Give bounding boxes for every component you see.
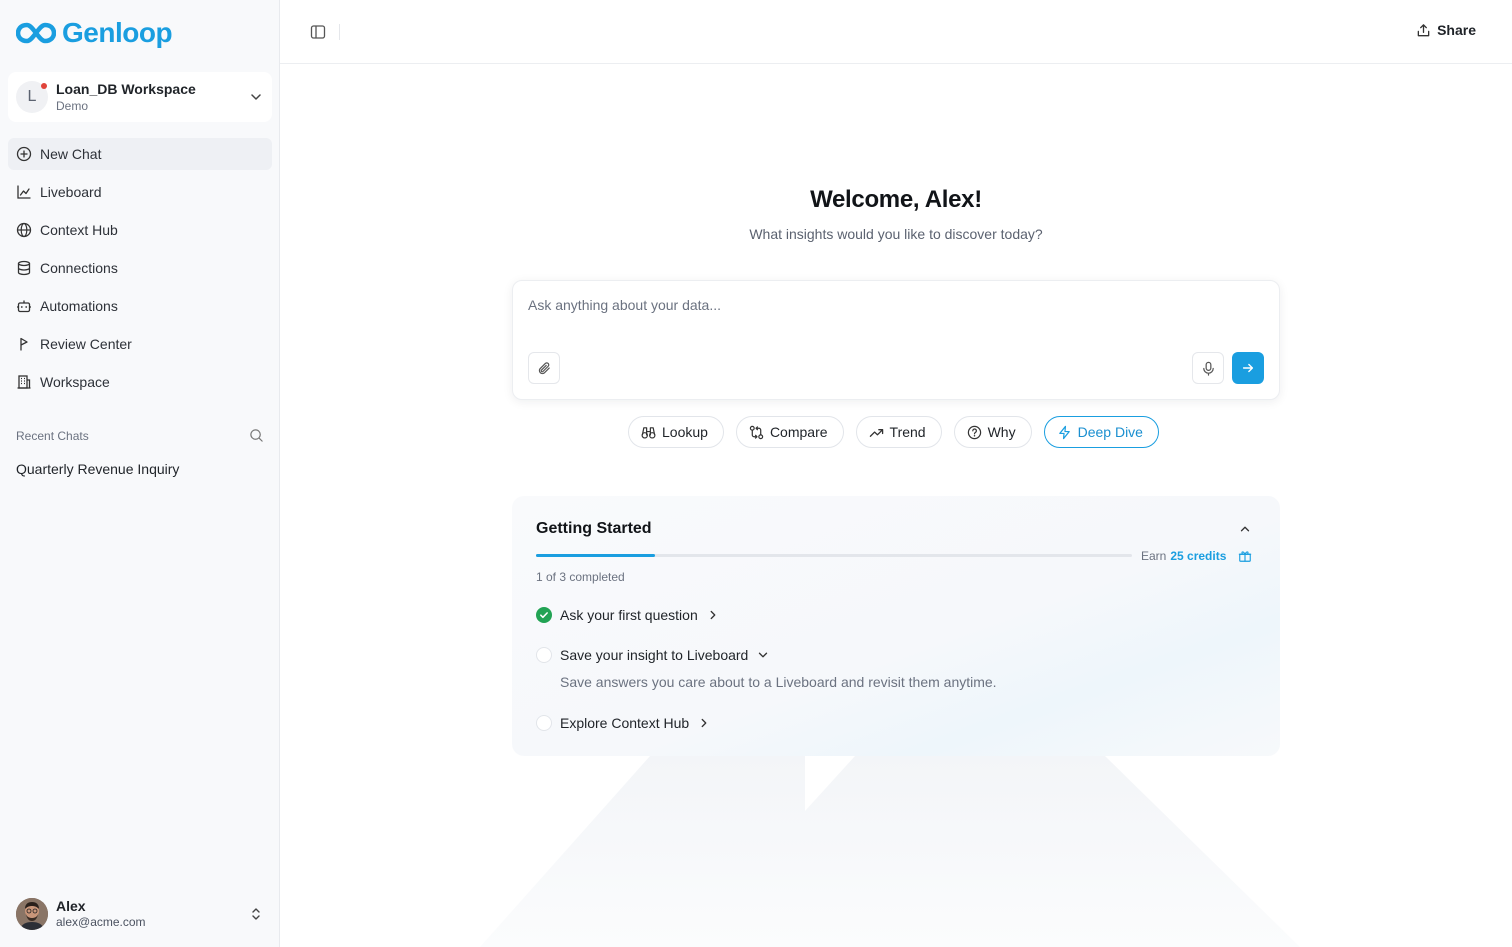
chip-why[interactable]: Why (953, 416, 1032, 448)
arrow-right-icon (1242, 363, 1254, 373)
earn-prefix: Earn (1141, 549, 1167, 563)
sidebar-item-label: Connections (40, 260, 118, 276)
chevron-down-icon (251, 94, 261, 100)
flag-icon (20, 337, 28, 351)
chip-trend[interactable]: Trend (855, 416, 942, 448)
sidebar: Genloop L Loan_DB Workspace Demo New Cha… (0, 0, 280, 947)
status-dot (41, 83, 47, 89)
mode-chips: Lookup Compare Trend Why Deep Dive (628, 416, 1159, 448)
task-label: Save your insight to Liveboard (560, 647, 749, 663)
chip-label: Why (987, 424, 1016, 440)
gift-icon (1239, 551, 1252, 562)
workspace-name: Loan_DB Workspace (56, 81, 196, 97)
sidebar-item-label: Context Hub (40, 222, 118, 238)
ask-box (512, 280, 1280, 400)
earn-amount: 25 credits (1170, 549, 1227, 563)
getting-started-title: Getting Started (536, 520, 652, 537)
user-name: Alex (56, 898, 86, 914)
sidebar-item-review-center[interactable]: Review Center (8, 328, 272, 360)
chevron-right-icon (710, 610, 716, 620)
sidebar-item-workspace[interactable]: Workspace (8, 366, 272, 398)
mic-button[interactable] (1192, 352, 1224, 384)
sidebar-item-connections[interactable]: Connections (8, 252, 272, 284)
binoculars-icon (641, 426, 656, 439)
page-title: Welcome, Alex! (810, 186, 982, 213)
sidebar-item-context-hub[interactable]: Context Hub (8, 214, 272, 246)
sidebar-item-label: Review Center (40, 336, 132, 352)
search-icon[interactable] (249, 428, 264, 443)
share-button[interactable]: Share (1416, 22, 1476, 38)
task-save-insight[interactable]: Save your insight to Liveboard (536, 647, 770, 663)
attach-button[interactable] (528, 352, 560, 384)
workspace-initial: L (27, 88, 37, 105)
trend-up-icon (869, 428, 883, 437)
user-menu[interactable]: Alex alex@acme.com (16, 898, 264, 930)
chip-lookup[interactable]: Lookup (628, 416, 724, 448)
lightning-icon (1058, 425, 1070, 439)
sidebar-item-label: Automations (40, 298, 118, 314)
progress-count: 1 of 3 completed (536, 570, 625, 584)
ask-input[interactable] (528, 297, 1228, 313)
empty-circle-icon (536, 715, 552, 731)
chevron-up-icon[interactable] (1238, 522, 1252, 536)
recent-chats-title: Recent Chats (16, 428, 89, 443)
workspace-subtitle: Demo (56, 99, 89, 113)
robot-icon (17, 300, 31, 313)
globe-icon (16, 222, 32, 238)
divider (339, 24, 340, 40)
background-decoration (480, 756, 1300, 947)
sidebar-item-automations[interactable]: Automations (8, 290, 272, 322)
chip-label: Lookup (662, 424, 708, 440)
send-button[interactable] (1232, 352, 1264, 384)
paperclip-icon (538, 361, 550, 374)
sidebar-item-label: Workspace (40, 374, 110, 390)
check-circle-icon (536, 607, 552, 623)
getting-started-panel: Getting Started Earn 25 credits 1 of 3 c… (512, 496, 1280, 756)
page-subtitle: What insights would you like to discover… (749, 226, 1043, 242)
sidebar-toggle-icon[interactable] (310, 24, 326, 40)
sidebar-item-liveboard[interactable]: Liveboard (8, 176, 272, 208)
chevron-down-icon (759, 652, 768, 658)
sidebar-item-new-chat[interactable]: New Chat (8, 138, 272, 170)
building-icon (17, 375, 31, 389)
database-icon (17, 260, 31, 276)
chip-compare[interactable]: Compare (735, 416, 844, 448)
empty-circle-icon (536, 647, 552, 663)
earn-credits: Earn 25 credits (1141, 549, 1252, 563)
chip-label: Compare (769, 424, 828, 440)
progress-bar (536, 554, 1132, 557)
task-explore-context-hub[interactable]: Explore Context Hub (536, 715, 711, 731)
compare-icon (749, 425, 764, 439)
chevron-right-icon (701, 718, 707, 728)
task-description: Save answers you care about to a Liveboa… (560, 674, 997, 690)
chevron-up-down-icon (252, 908, 260, 920)
brand-name: Genloop (62, 17, 173, 48)
task-ask-first-question[interactable]: Ask your first question (536, 607, 720, 623)
topbar: Share (280, 0, 1512, 64)
genloop-logo-icon (16, 22, 56, 44)
share-icon (1417, 23, 1430, 36)
avatar (16, 898, 48, 930)
question-circle-icon (967, 425, 981, 439)
user-email: alex@acme.com (56, 915, 146, 929)
sidebar-nav: New Chat Liveboard Context Hub Connectio… (8, 138, 272, 404)
chip-label: Deep Dive (1077, 424, 1143, 440)
mic-icon (1202, 361, 1214, 376)
sidebar-item-label: Liveboard (40, 184, 102, 200)
workspace-switcher[interactable]: L Loan_DB Workspace Demo (8, 72, 272, 122)
chip-label: Trend (889, 424, 926, 440)
share-label: Share (1437, 22, 1476, 38)
workspace-avatar: L (16, 81, 48, 113)
progress-fill (536, 554, 656, 557)
plus-circle-icon (16, 146, 32, 162)
task-label: Ask your first question (560, 607, 698, 623)
logo[interactable]: Genloop (16, 17, 173, 49)
task-label: Explore Context Hub (560, 715, 690, 731)
recent-chats-header: Recent Chats (16, 428, 264, 443)
chip-deep-dive[interactable]: Deep Dive (1043, 416, 1159, 448)
recent-chat-item[interactable]: Quarterly Revenue Inquiry (16, 461, 179, 477)
sidebar-item-label: New Chat (40, 146, 102, 162)
chart-icon (17, 185, 31, 199)
